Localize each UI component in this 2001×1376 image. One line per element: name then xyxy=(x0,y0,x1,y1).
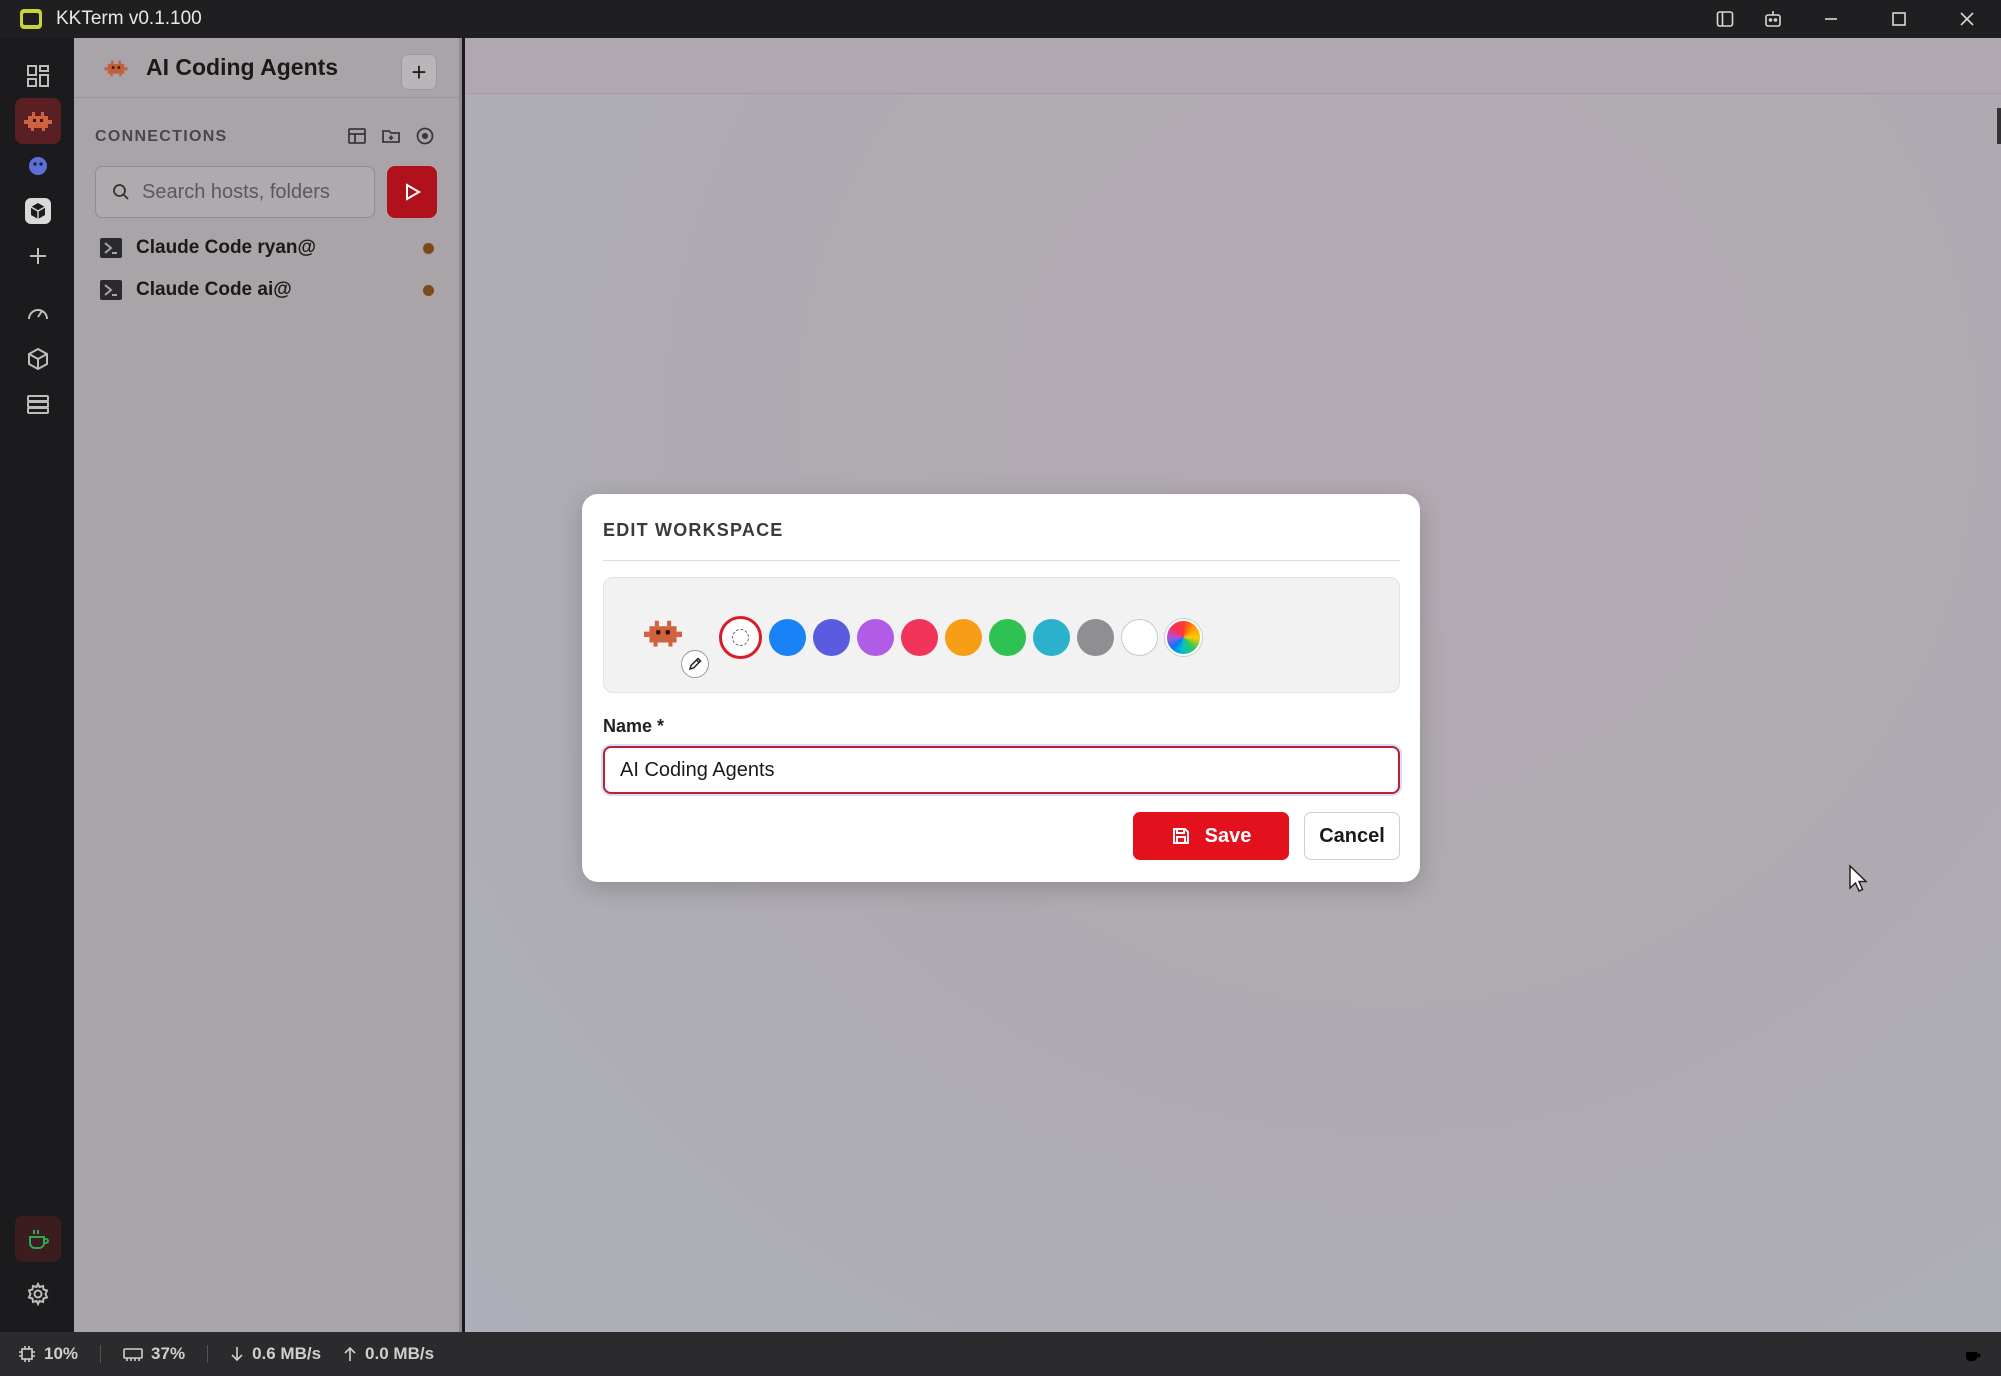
cpu-value: 10% xyxy=(44,1344,79,1363)
speedometer-icon[interactable] xyxy=(15,291,61,337)
status-separator xyxy=(100,1345,102,1363)
memory-stat: 37% xyxy=(123,1344,185,1364)
status-dot xyxy=(423,242,434,254)
title-bar: KKTerm v0.1.100 xyxy=(0,0,2001,38)
download-arrow-icon xyxy=(231,1347,243,1362)
divider xyxy=(603,560,1400,561)
robot-icon[interactable] xyxy=(1749,0,1797,38)
memory-icon xyxy=(123,1348,143,1361)
terminal-icon xyxy=(100,238,122,258)
maximize-button[interactable] xyxy=(1865,0,1933,38)
minimize-button[interactable] xyxy=(1797,0,1865,38)
color-swatch-teal[interactable] xyxy=(1033,619,1070,656)
search-icon xyxy=(113,184,129,200)
new-folder-icon[interactable] xyxy=(381,126,401,146)
search-box[interactable] xyxy=(95,166,375,218)
cpu-stat: 10% xyxy=(18,1344,78,1364)
floppy-disk-icon xyxy=(1172,828,1189,844)
dashed-circle-icon xyxy=(732,629,749,646)
run-button[interactable] xyxy=(387,166,437,218)
status-separator xyxy=(207,1345,209,1363)
dialog-title: EDIT WORKSPACE xyxy=(603,520,784,540)
scroll-edge xyxy=(1997,108,2001,144)
connection-label: Claude Code ryan@ xyxy=(136,237,317,258)
memory-value: 37% xyxy=(151,1344,186,1363)
color-swatch-white[interactable] xyxy=(1121,619,1158,656)
workspace-box-icon[interactable] xyxy=(15,188,61,234)
play-icon xyxy=(406,183,421,201)
workspace-robot-icon[interactable] xyxy=(644,618,682,648)
status-dot xyxy=(423,284,434,296)
upload-arrow-icon xyxy=(344,1346,356,1361)
window-title: KKTerm v0.1.100 xyxy=(56,8,202,29)
upload-stat: 0.0 MB/s xyxy=(343,1344,434,1364)
workspace-blue-icon[interactable] xyxy=(15,143,61,189)
edit-workspace-dialog: EDIT WORKSPACE Name * Save Cancel xyxy=(582,494,1420,882)
connection-item[interactable]: Claude Code ai@ xyxy=(100,275,440,305)
add-workspace-icon[interactable] xyxy=(15,233,61,279)
color-swatch-orange[interactable] xyxy=(945,619,982,656)
color-swatches xyxy=(719,616,1202,659)
search-input[interactable] xyxy=(142,180,362,204)
coffee-icon[interactable] xyxy=(1963,1344,1983,1364)
terminal-icon xyxy=(100,280,122,300)
tab-strip xyxy=(465,38,2001,94)
connection-tools xyxy=(347,126,435,146)
download-value: 0.6 MB/s xyxy=(252,1344,322,1363)
color-swatch-indigo[interactable] xyxy=(813,619,850,656)
layout-icon[interactable] xyxy=(347,126,367,146)
upload-value: 0.0 MB/s xyxy=(365,1344,435,1363)
custom-color-picker[interactable] xyxy=(1165,619,1202,656)
add-circle-icon[interactable] xyxy=(415,126,435,146)
color-swatch-purple[interactable] xyxy=(857,619,894,656)
color-swatch-green[interactable] xyxy=(989,619,1026,656)
name-input[interactable] xyxy=(603,746,1400,794)
add-button[interactable]: + xyxy=(401,54,437,90)
toggle-sidebar-icon[interactable] xyxy=(1701,0,1749,38)
window-controls xyxy=(1701,0,2001,38)
mouse-cursor-icon xyxy=(1849,864,1868,892)
icon-color-panel xyxy=(603,577,1400,693)
package-icon[interactable] xyxy=(15,336,61,382)
cpu-icon xyxy=(19,1346,35,1362)
download-stat: 0.6 MB/s xyxy=(230,1344,321,1364)
activity-rail xyxy=(0,38,74,1332)
settings-gear-icon[interactable] xyxy=(15,1271,61,1317)
save-button[interactable]: Save xyxy=(1133,812,1289,860)
save-label: Save xyxy=(1204,824,1252,847)
coffee-icon[interactable] xyxy=(15,1216,61,1262)
workspace-title: AI Coding Agents xyxy=(146,54,339,80)
cancel-button[interactable]: Cancel xyxy=(1304,812,1400,860)
name-label: Name * xyxy=(603,716,665,736)
connection-item[interactable]: Claude Code ryan@ xyxy=(100,233,440,263)
edit-icon-button[interactable] xyxy=(681,650,709,678)
connections-header: CONNECTIONS xyxy=(95,128,228,145)
no-color-swatch[interactable] xyxy=(719,616,762,659)
status-bar: 10% 37% 0.6 MB/s 0.0 MB/s xyxy=(0,1332,2001,1376)
pencil-icon xyxy=(688,657,702,671)
connection-label: Claude Code ai@ xyxy=(136,279,292,300)
color-swatch-gray[interactable] xyxy=(1077,619,1114,656)
close-button[interactable] xyxy=(1933,0,2001,38)
color-swatch-blue[interactable] xyxy=(769,619,806,656)
color-swatch-pink[interactable] xyxy=(901,619,938,656)
connections-sidebar: AI Coding Agents + CONNECTIONS Claude Co… xyxy=(74,38,462,1332)
workspace-robot-icon[interactable] xyxy=(15,98,61,144)
servers-icon[interactable] xyxy=(15,381,61,427)
dashboard-icon[interactable] xyxy=(15,53,61,99)
workspace-robot-icon xyxy=(104,60,128,76)
app-logo-icon xyxy=(20,9,42,29)
